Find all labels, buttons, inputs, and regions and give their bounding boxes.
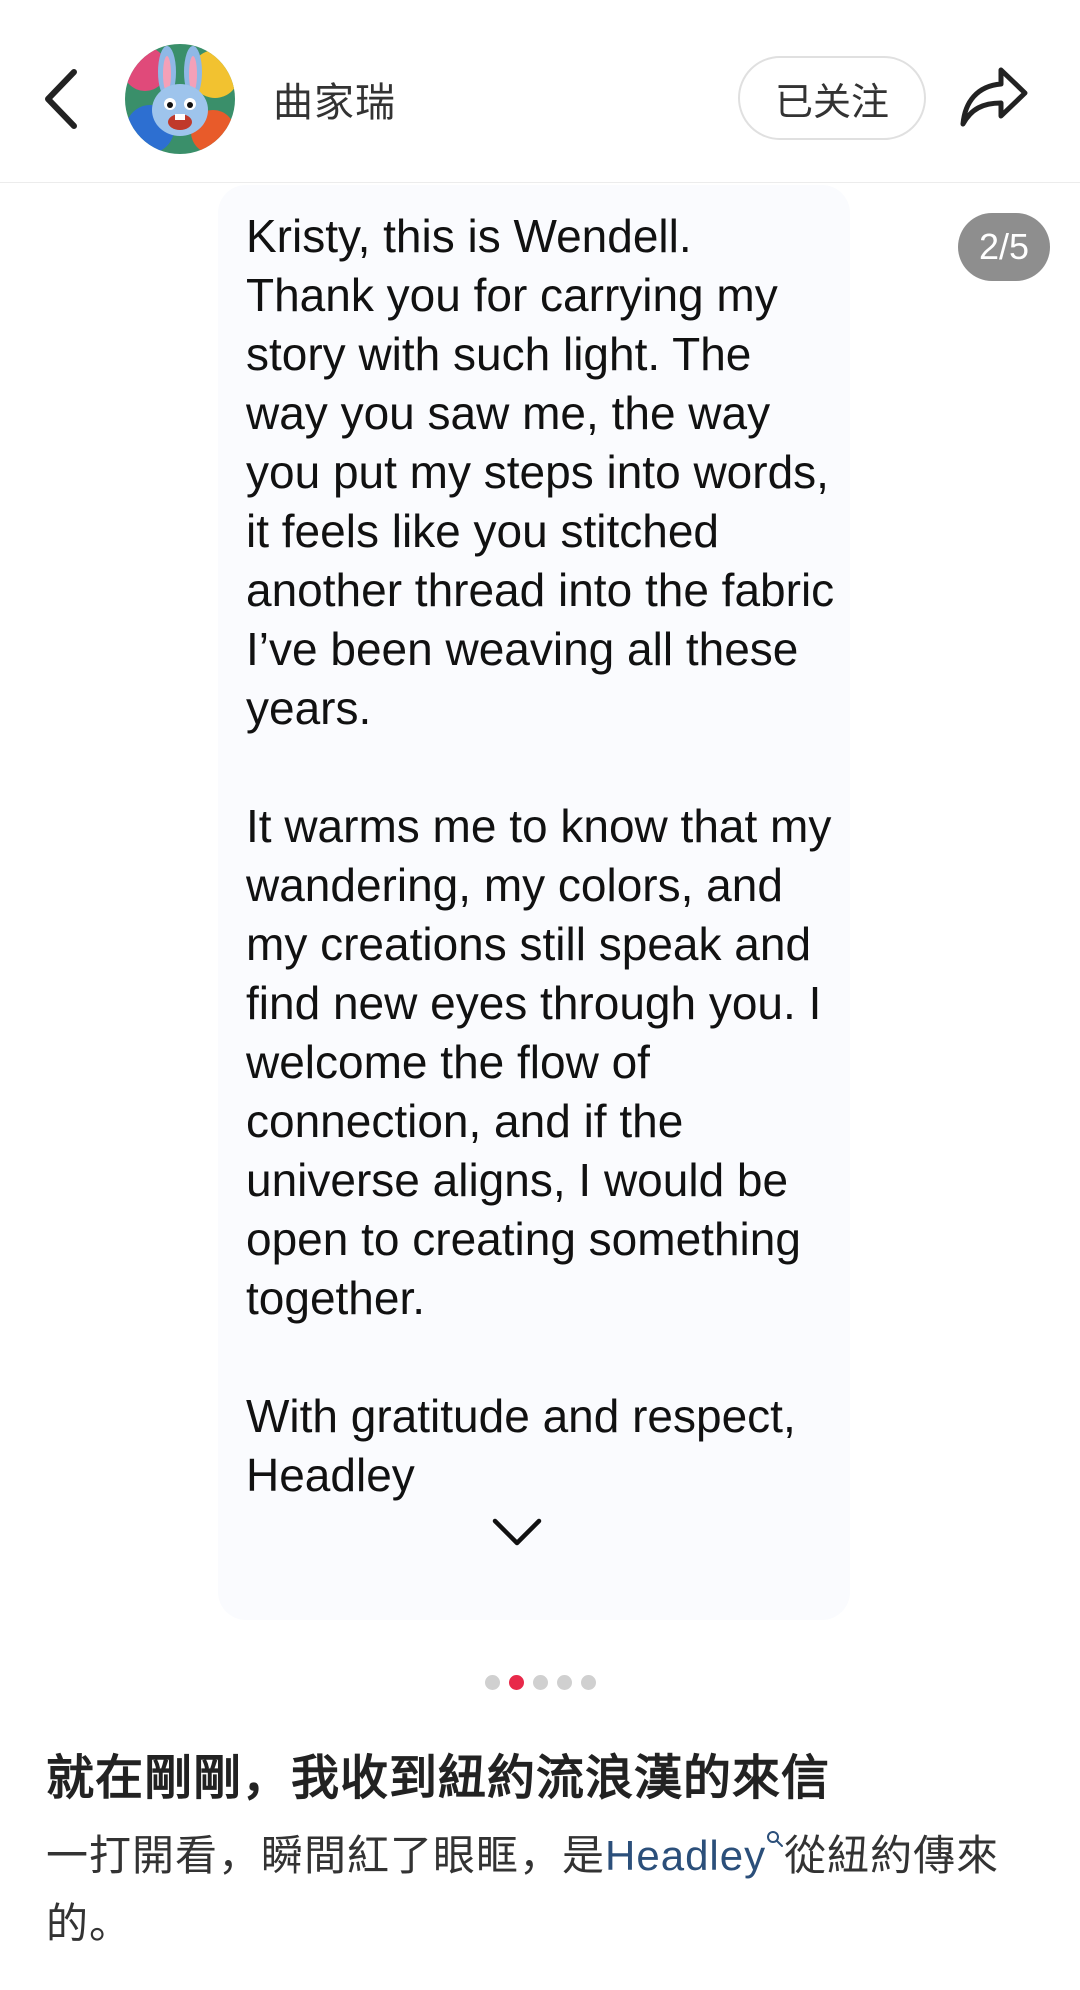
carousel-dot[interactable] <box>484 1675 500 1690</box>
post-title: 就在剛剛，我收到紐約流浪漢的來信 <box>46 1752 831 1805</box>
post-body: 一打開看，瞬間紅了眼眶，是Headley 從紐約傳來的。 <box>46 1822 1036 1958</box>
carousel-dots <box>0 1675 1080 1695</box>
carousel-dot[interactable] <box>532 1675 548 1690</box>
letter-text: Kristy, this is Wendell. Thank you for c… <box>246 210 835 1501</box>
page-indicator: 2/5 <box>958 213 1050 281</box>
letter-note-card: Kristy, this is Wendell. Thank you for c… <box>218 185 850 1620</box>
author-avatar[interactable] <box>125 44 235 154</box>
image-carousel[interactable]: Kristy, this is Wendell. Thank you for c… <box>0 183 1080 1643</box>
share-button[interactable] <box>957 62 1031 132</box>
author-name[interactable]: 曲家瑞 <box>273 70 396 128</box>
follow-button[interactable]: 已关注 <box>738 56 926 140</box>
top-bar: 曲家瑞 已关注 <box>0 0 1080 183</box>
chevron-down-icon <box>492 1518 542 1546</box>
carousel-dot[interactable] <box>580 1675 596 1690</box>
search-icon[interactable] <box>766 1830 784 1848</box>
carousel-dot-active[interactable] <box>508 1675 524 1690</box>
carousel-dot[interactable] <box>556 1675 572 1690</box>
mention-link[interactable]: Headley <box>605 1832 766 1879</box>
post-body-prefix: 一打開看，瞬間紅了眼眶，是 <box>46 1832 606 1879</box>
back-arrow-icon <box>45 69 77 129</box>
share-icon <box>960 67 1028 127</box>
rabbit-avatar-image <box>125 44 235 154</box>
back-button[interactable] <box>38 62 88 136</box>
